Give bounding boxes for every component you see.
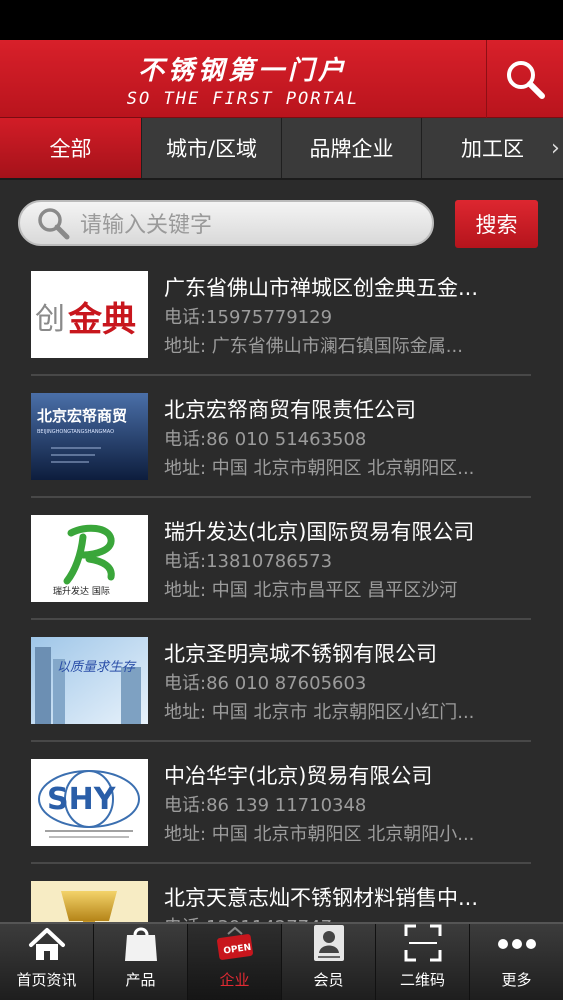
nav-qr-code[interactable]: 二维码 bbox=[376, 924, 470, 1000]
search-submit-button[interactable]: 搜索 bbox=[455, 200, 538, 248]
logo-graphic: 瑞升发达 国际 bbox=[31, 515, 148, 602]
company-name: 北京宏帑商贸有限责任公司 bbox=[164, 398, 416, 422]
logo-subtext: BEIJINGHONGTANGSHANGMAO bbox=[37, 429, 114, 435]
category-tabs: ‹ 全部 城市/区域 品牌企业 加工区 › bbox=[0, 118, 563, 180]
tab-label: 加工区 bbox=[461, 137, 524, 161]
divider bbox=[31, 374, 531, 376]
nav-label: 更多 bbox=[501, 971, 532, 989]
list-item[interactable]: 以质量求生存 北京圣明亮城不锈钢有限公司 电话:86 010 87605603 … bbox=[0, 628, 563, 750]
divider bbox=[31, 862, 531, 864]
company-name: 瑞升发达(北京)国际贸易有限公司 bbox=[164, 520, 475, 544]
company-address: 地址: 广东省佛山市澜石镇国际金属... bbox=[164, 336, 463, 357]
divider bbox=[31, 740, 531, 742]
list-item[interactable]: SHY 中冶华宇(北京)贸易有限公司 电话:86 139 11710348 地址… bbox=[0, 750, 563, 872]
nav-label: 产品 bbox=[125, 971, 156, 989]
list-item[interactable]: 北京宏帑商贸 BEIJINGHONGTANGSHANGMAO 北京宏帑商贸有限责… bbox=[0, 384, 563, 506]
status-bar bbox=[0, 0, 563, 40]
open-sign-icon: OPEN bbox=[216, 926, 253, 960]
divider bbox=[31, 618, 531, 620]
company-list: 创 金典 广东省佛山市禅城区创金典五金... 电话:15975779129 地址… bbox=[0, 262, 563, 922]
company-address: 地址: 中国 北京市 北京朝阳区小红门... bbox=[164, 702, 475, 723]
bottom-navigation: 首页资讯 产品 OPEN 企业 会员 二维码 更多 bbox=[0, 922, 563, 1000]
qr-scan-icon bbox=[404, 924, 441, 962]
company-phone: 电话:86 139 11710348 bbox=[164, 795, 367, 816]
nav-label: 会员 bbox=[313, 971, 344, 989]
search-bar: 请输入关键字 搜索 bbox=[0, 180, 563, 262]
home-icon bbox=[28, 927, 65, 960]
more-dots-icon bbox=[497, 938, 536, 949]
tab-all[interactable]: 全部 bbox=[0, 118, 142, 178]
header-search-button[interactable] bbox=[486, 40, 563, 118]
company-address: 地址: 中国 北京市昌平区 昌平区沙河 bbox=[164, 580, 458, 601]
tab-label: 城市/区域 bbox=[165, 137, 258, 161]
logo-text: 金典 bbox=[67, 300, 136, 340]
app-header: 不锈钢第一门户 SO THE FIRST PORTAL bbox=[0, 40, 563, 118]
search-placeholder: 请输入关键字 bbox=[80, 213, 213, 238]
search-icon bbox=[507, 61, 545, 99]
company-name: 北京圣明亮城不锈钢有限公司 bbox=[164, 642, 437, 666]
bag-icon bbox=[124, 927, 157, 961]
app-screen: 不锈钢第一门户 SO THE FIRST PORTAL ‹ 全部 城市/区域 品… bbox=[0, 0, 563, 1000]
search-icon bbox=[38, 208, 70, 240]
company-name: 广东省佛山市禅城区创金典五金... bbox=[164, 276, 479, 300]
header-title: 不锈钢第一门户 bbox=[137, 56, 348, 86]
nav-enterprise[interactable]: OPEN 企业 bbox=[188, 924, 282, 1000]
list-item[interactable]: 创 金典 广东省佛山市禅城区创金典五金... 电话:15975779129 地址… bbox=[0, 262, 563, 384]
nav-label: 企业 bbox=[219, 971, 250, 989]
company-logo bbox=[31, 881, 148, 922]
nav-label: 二维码 bbox=[399, 971, 445, 989]
logo-text: 北京宏帑商贸 bbox=[37, 407, 127, 425]
nav-products[interactable]: 产品 bbox=[94, 924, 188, 1000]
logo-graphic bbox=[31, 881, 148, 922]
nav-member[interactable]: 会员 bbox=[282, 924, 376, 1000]
tabs-scroll-right-icon[interactable]: › bbox=[551, 118, 560, 178]
logo-text: SHY bbox=[47, 782, 117, 817]
company-phone: 电话:13810786573 bbox=[164, 551, 333, 572]
logo-prefix: 创 bbox=[35, 302, 65, 337]
header-subtitle: SO THE FIRST PORTAL bbox=[126, 89, 360, 109]
logo-text: 瑞升发达 国际 bbox=[53, 585, 110, 597]
company-phone: 电话:86 010 87605603 bbox=[164, 673, 367, 694]
list-item[interactable]: 北京天意志灿不锈钢材料销售中... 电话:13911427747 bbox=[0, 872, 563, 922]
nav-home-news[interactable]: 首页资讯 bbox=[0, 924, 94, 1000]
company-phone: 电话:86 010 51463508 bbox=[164, 429, 367, 450]
tab-label: 全部 bbox=[49, 137, 92, 161]
tab-brand-enterprise[interactable]: 品牌企业 bbox=[282, 118, 422, 178]
logo-text: 以质量求生存 bbox=[57, 660, 137, 675]
company-logo: 瑞升发达 国际 bbox=[31, 515, 148, 602]
logo-graphic: 以质量求生存 bbox=[31, 637, 148, 724]
company-phone: 电话:15975779129 bbox=[164, 307, 333, 328]
company-logo: SHY bbox=[31, 759, 148, 846]
company-name: 北京天意志灿不锈钢材料销售中... bbox=[164, 886, 479, 910]
tab-processing-zone[interactable]: 加工区 bbox=[422, 118, 563, 178]
divider bbox=[31, 496, 531, 498]
company-phone: 电话:13911427747 bbox=[164, 913, 536, 922]
nav-label: 首页资讯 bbox=[16, 971, 77, 989]
portal-logo: 不锈钢第一门户 SO THE FIRST PORTAL bbox=[0, 40, 486, 118]
company-logo: 北京宏帑商贸 BEIJINGHONGTANGSHANGMAO bbox=[31, 393, 148, 480]
company-logo: 创 金典 bbox=[31, 271, 148, 358]
list-item[interactable]: 瑞升发达 国际 瑞升发达(北京)国际贸易有限公司 电话:13810786573 … bbox=[0, 506, 563, 628]
company-logo: 以质量求生存 bbox=[31, 637, 148, 724]
logo-graphic: 创 金典 bbox=[31, 271, 148, 358]
member-card-icon bbox=[313, 925, 344, 961]
company-address: 地址: 中国 北京市朝阳区 北京朝阳区... bbox=[164, 458, 475, 479]
tab-label: 品牌企业 bbox=[309, 137, 394, 161]
search-input[interactable]: 请输入关键字 bbox=[18, 200, 434, 246]
company-address: 地址: 中国 北京市朝阳区 北京朝阳小... bbox=[164, 824, 475, 845]
logo-graphic: SHY bbox=[31, 759, 148, 846]
tab-city-region[interactable]: 城市/区域 bbox=[142, 118, 282, 178]
nav-more[interactable]: 更多 bbox=[470, 924, 563, 1000]
logo-graphic: 北京宏帑商贸 BEIJINGHONGTANGSHANGMAO bbox=[31, 393, 148, 480]
company-name: 中冶华宇(北京)贸易有限公司 bbox=[164, 764, 433, 788]
